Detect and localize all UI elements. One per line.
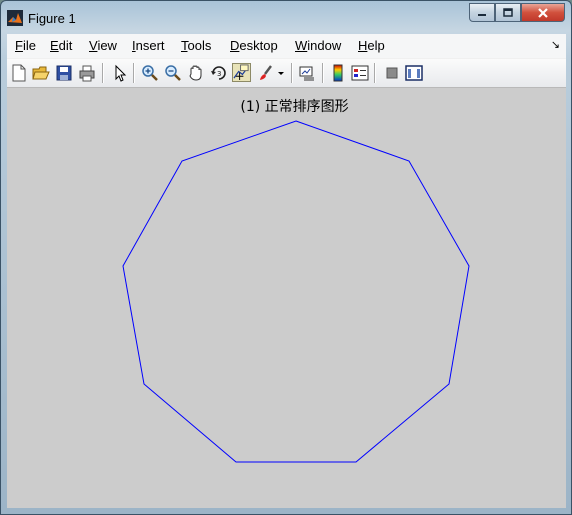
nonagon-plot-line bbox=[122, 120, 470, 463]
figure-window: Figure 1 File Edit View Insert Tools Des… bbox=[0, 0, 572, 515]
pan-hand-icon[interactable] bbox=[187, 64, 205, 82]
menu-tools[interactable]: Tools bbox=[181, 38, 211, 53]
minimize-icon bbox=[478, 13, 486, 16]
data-cursor-icon[interactable] bbox=[232, 63, 251, 82]
menu-edit-mnemonic: E bbox=[50, 38, 59, 53]
window-title: Figure 1 bbox=[28, 11, 76, 26]
menu-file[interactable]: File bbox=[15, 38, 36, 53]
menu-bar: File Edit View Insert Tools Desktop Wind… bbox=[7, 34, 566, 58]
menu-help-mnemonic: H bbox=[358, 38, 368, 53]
dock-arrow-icon[interactable]: ↘ bbox=[551, 38, 560, 51]
rotate-3d-icon[interactable]: 3 bbox=[210, 64, 228, 82]
print-icon[interactable] bbox=[78, 64, 96, 82]
menu-desktop-rest: esktop bbox=[239, 38, 278, 53]
zoom-out-icon[interactable] bbox=[164, 64, 182, 82]
maximize-button[interactable] bbox=[495, 3, 521, 22]
toolbar-separator bbox=[133, 63, 135, 83]
maximize-icon bbox=[503, 7, 513, 17]
menu-edit-rest: dit bbox=[58, 38, 73, 53]
menu-window-mnemonic: W bbox=[295, 38, 308, 53]
toolbar-separator bbox=[322, 63, 324, 83]
title-bar[interactable]: Figure 1 bbox=[1, 1, 571, 33]
matlab-logo-icon bbox=[7, 10, 23, 26]
brush-dropdown-icon[interactable] bbox=[276, 64, 286, 82]
edit-plot-arrow-icon[interactable] bbox=[111, 64, 129, 82]
plot-title: (1) 正常排序图形 bbox=[240, 99, 349, 115]
insert-colorbar-icon[interactable] bbox=[329, 64, 347, 82]
link-plot-icon[interactable] bbox=[298, 64, 316, 82]
plot-area bbox=[122, 120, 470, 463]
menu-file-rest: ile bbox=[22, 38, 36, 53]
close-button[interactable] bbox=[521, 3, 565, 22]
zoom-in-icon[interactable] bbox=[141, 64, 159, 82]
menu-tools-rest: ools bbox=[187, 38, 212, 53]
menu-insert-rest: nsert bbox=[135, 38, 165, 53]
client-area: File Edit View Insert Tools Desktop Wind… bbox=[7, 34, 566, 508]
menu-file-mnemonic: F bbox=[15, 38, 23, 53]
menu-help-rest: elp bbox=[367, 38, 385, 53]
minimize-button[interactable] bbox=[469, 3, 495, 22]
toolbar-separator bbox=[374, 63, 376, 83]
show-plot-tools-icon[interactable] bbox=[405, 64, 423, 82]
menu-desktop-mnemonic: D bbox=[230, 38, 240, 53]
open-file-icon[interactable] bbox=[32, 64, 50, 82]
figure-canvas[interactable]: (1) 正常排序图形 bbox=[7, 88, 566, 508]
menu-window-rest: indow bbox=[307, 38, 342, 53]
toolbar-separator bbox=[102, 63, 104, 83]
menu-desktop[interactable]: Desktop bbox=[230, 38, 278, 53]
menu-edit[interactable]: Edit bbox=[50, 38, 72, 53]
save-icon[interactable] bbox=[55, 64, 73, 82]
menu-view[interactable]: View bbox=[89, 38, 117, 53]
brush-icon[interactable] bbox=[257, 64, 275, 82]
menu-help[interactable]: Help bbox=[358, 38, 385, 53]
menu-view-rest: iew bbox=[97, 38, 117, 53]
hide-plot-tools-icon[interactable] bbox=[383, 64, 401, 82]
menu-insert[interactable]: Insert bbox=[132, 38, 165, 53]
toolbar-separator bbox=[291, 63, 293, 83]
svg-text:3: 3 bbox=[217, 70, 221, 78]
close-icon bbox=[538, 7, 548, 18]
new-figure-icon[interactable] bbox=[10, 64, 28, 82]
figure-toolbar: 3 bbox=[7, 59, 566, 88]
menu-window[interactable]: Window bbox=[295, 38, 341, 53]
insert-legend-icon[interactable] bbox=[351, 64, 369, 82]
